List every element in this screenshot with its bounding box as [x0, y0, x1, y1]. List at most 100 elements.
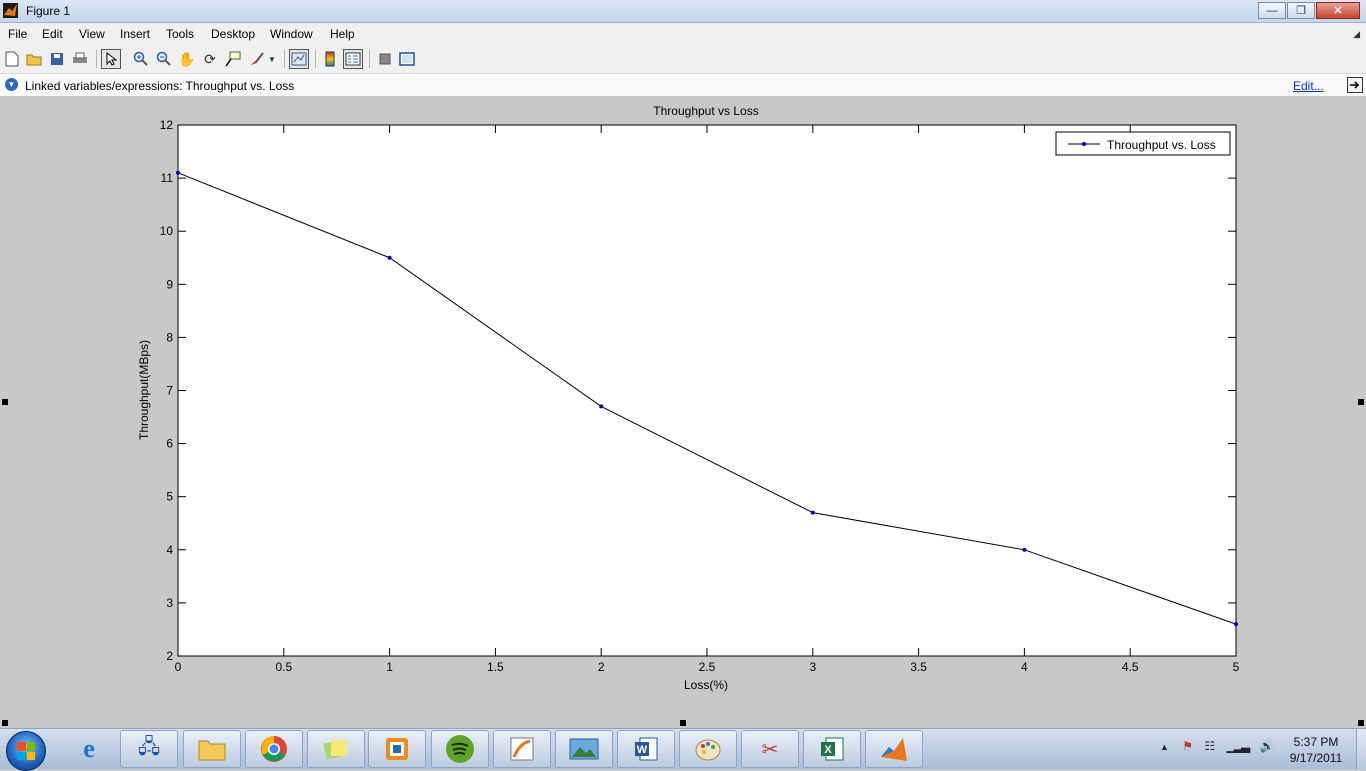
brush-dropdown[interactable]: ▼ — [266, 49, 278, 69]
y-tick-label: 8 — [166, 330, 173, 344]
resize-handle[interactable] — [2, 720, 8, 726]
y-tick-label: 11 — [161, 171, 174, 185]
chart-title: Throughput vs Loss — [653, 104, 758, 118]
menu-edit[interactable]: Edit — [42, 27, 63, 41]
close-button[interactable]: ✕ — [1316, 2, 1360, 19]
windows-logo-icon — [17, 742, 35, 760]
insert-legend-button[interactable] — [343, 49, 363, 69]
system-clock[interactable]: 5:37 PM 9/17/2011 — [1285, 734, 1347, 766]
menu-view[interactable]: View — [79, 27, 105, 41]
start-button[interactable] — [6, 731, 46, 771]
data-point[interactable] — [1234, 622, 1238, 627]
taskbar-internet-explorer[interactable]: e — [60, 730, 118, 768]
volume-icon[interactable]: 🔊 — [1260, 739, 1275, 753]
figure-canvas: Throughput vs Loss Loss(%) Throughput(MB… — [0, 96, 1366, 728]
brush-icon — [251, 52, 264, 65]
linked-variables-label: Linked variables/expressions: Throughput… — [25, 79, 295, 93]
window-title: Figure 1 — [26, 4, 71, 18]
linked-edit-link[interactable]: Edit... — [1293, 79, 1324, 93]
x-tick-label: 1.5 — [487, 660, 504, 674]
x-tick-label: 4.5 — [1122, 660, 1139, 674]
menu-insert[interactable]: Insert — [120, 27, 150, 41]
expand-collapse-button[interactable]: ▼ — [5, 78, 18, 91]
brush-button[interactable] — [247, 49, 267, 69]
restore-button[interactable]: ❐ — [1287, 2, 1315, 19]
taskbar-microsoft-word[interactable]: W — [617, 730, 675, 768]
resize-handle[interactable] — [2, 399, 8, 405]
usb-device-icon[interactable]: ☷ — [1204, 739, 1215, 753]
matlab-icon — [3, 3, 18, 18]
taskbar-google-chrome[interactable] — [245, 730, 303, 768]
new-figure-button[interactable] — [2, 49, 22, 69]
zoom-out-icon — [156, 51, 171, 66]
data-cursor-button[interactable] — [223, 49, 243, 69]
hide-plot-tools-icon — [379, 53, 391, 65]
action-center-icon[interactable]: ⚑ — [1182, 739, 1193, 753]
dock-arrow-icon[interactable]: ◢ — [1353, 29, 1360, 40]
data-point[interactable] — [810, 510, 815, 515]
menu-window[interactable]: Window — [270, 27, 313, 41]
open-file-button[interactable] — [24, 49, 44, 69]
taskbar-photo-viewer[interactable] — [555, 730, 613, 768]
zoom-in-button[interactable] — [131, 49, 151, 69]
pan-button[interactable]: ✋ — [177, 49, 197, 69]
menu-desktop[interactable]: Desktop — [211, 27, 255, 41]
insert-colorbar-button[interactable] — [320, 49, 340, 69]
resize-handle[interactable] — [1358, 720, 1364, 726]
taskbar-vmware[interactable] — [368, 730, 426, 768]
minimize-icon: — — [1266, 4, 1278, 17]
link-plot-button[interactable] — [289, 49, 309, 69]
save-button[interactable] — [47, 49, 67, 69]
colorbar-icon — [325, 51, 335, 67]
linked-arrow-icon[interactable] — [1347, 77, 1363, 93]
hide-plot-tools-button[interactable] — [375, 49, 395, 69]
data-point[interactable] — [1022, 547, 1027, 552]
resize-handle[interactable] — [1358, 399, 1364, 405]
y-tick-label: 7 — [166, 384, 173, 398]
menu-help[interactable]: Help — [330, 27, 355, 41]
show-desktop-button[interactable] — [1356, 729, 1366, 769]
windows-taskbar: e 🖧 W ✂ X ▲ ⚑ ☷ ▁▂▃ 🔊 5:37 PM 9/17/2011 — [0, 728, 1366, 771]
y-tick-label: 6 — [166, 437, 173, 451]
taskbar-paint[interactable] — [679, 730, 737, 768]
taskbar-spotify[interactable] — [431, 730, 489, 768]
toolbar-separator — [284, 50, 285, 68]
menu-file[interactable]: File — [8, 27, 27, 41]
taskbar-windows-explorer[interactable] — [183, 730, 241, 768]
rotate-3d-button[interactable]: ⟳ — [200, 49, 220, 69]
show-hidden-icons-icon[interactable]: ▲ — [1160, 742, 1169, 752]
taskbar-matlab[interactable] — [865, 730, 923, 768]
close-icon: ✕ — [1333, 5, 1343, 17]
data-cursor-icon — [225, 51, 241, 67]
edit-plot-button[interactable] — [101, 49, 121, 69]
minimize-button[interactable]: — — [1258, 2, 1286, 19]
network-icon: 🖧 — [137, 736, 161, 758]
y-tick-label: 12 — [160, 118, 174, 132]
taskbar-matlab-editor[interactable] — [493, 730, 551, 768]
data-point[interactable] — [599, 404, 604, 409]
chrome-icon — [261, 736, 287, 762]
svg-text:X: X — [824, 744, 832, 756]
taskbar-snipping-tool[interactable]: ✂ — [741, 730, 799, 768]
print-button[interactable] — [70, 49, 90, 69]
data-point[interactable] — [387, 255, 392, 260]
save-icon — [51, 53, 63, 65]
plot-area[interactable] — [177, 124, 1237, 657]
chevron-down-icon: ▼ — [7, 80, 16, 89]
taskbar-sticky-notes[interactable] — [307, 730, 365, 768]
x-tick-label: 0 — [175, 660, 182, 674]
sticky-notes-icon — [323, 740, 347, 760]
photo-viewer-icon — [569, 738, 599, 760]
taskbar-network-connection[interactable]: 🖧 — [120, 730, 178, 768]
data-point[interactable] — [176, 170, 180, 175]
zoom-out-button[interactable] — [154, 49, 174, 69]
legend[interactable]: Throughput vs. Loss — [1055, 131, 1231, 156]
resize-handle[interactable] — [680, 720, 686, 726]
taskbar-microsoft-excel[interactable]: X — [803, 730, 861, 768]
x-tick-label: 3 — [809, 660, 816, 674]
show-plot-tools-button[interactable] — [397, 49, 417, 69]
link-plot-icon — [291, 52, 307, 66]
network-signal-icon[interactable]: ▁▂▃ — [1226, 739, 1250, 753]
word-icon: W — [635, 737, 658, 761]
menu-tools[interactable]: Tools — [166, 27, 194, 41]
